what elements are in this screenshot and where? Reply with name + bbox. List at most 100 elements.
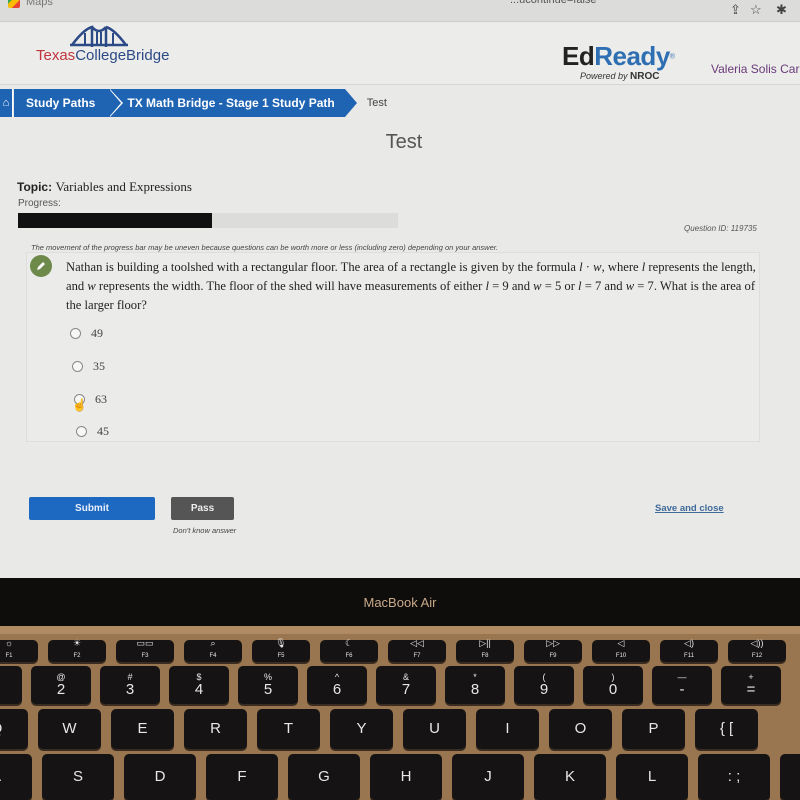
key-label: F9 bbox=[549, 653, 557, 659]
address-bar-text[interactable]: ...ucontinue=false bbox=[510, 0, 597, 6]
key-label: F4 bbox=[209, 653, 217, 659]
key-label: T bbox=[283, 720, 294, 737]
key-7[interactable]: & 7 bbox=[376, 666, 436, 704]
key-f7[interactable]: ◁◁ F7 bbox=[388, 638, 446, 662]
answer-choice[interactable]: 35 bbox=[72, 359, 105, 374]
key-f10[interactable]: ◁ F10 bbox=[592, 638, 650, 662]
question-id: Question ID: 119735 bbox=[684, 224, 757, 233]
key-f8[interactable]: ▷|| F8 bbox=[456, 638, 514, 662]
key-k[interactable]: K bbox=[534, 754, 606, 800]
key-j[interactable]: J bbox=[452, 754, 524, 800]
key-bracketbracketbracket[interactable]: { [ bbox=[695, 709, 758, 749]
key-secondary-label: ☀ bbox=[72, 638, 82, 648]
key-w[interactable]: W bbox=[38, 709, 101, 749]
edready-logo[interactable]: EdReady® Powered by NROC bbox=[562, 41, 675, 82]
key-secondary-label: ◁)) bbox=[750, 638, 764, 648]
laptop-model-label: MacBook Air bbox=[363, 595, 437, 610]
progress-bar-fill bbox=[18, 213, 212, 228]
key-y[interactable]: Y bbox=[330, 709, 393, 749]
share-icon[interactable]: ⇪ bbox=[730, 2, 741, 18]
key-h[interactable]: H bbox=[370, 754, 442, 800]
key-label: U bbox=[429, 720, 440, 737]
progress-note: The movement of the progress bar may be … bbox=[31, 243, 499, 252]
key-=[interactable]: + = bbox=[721, 666, 781, 704]
key-f6[interactable]: ☾ F6 bbox=[320, 638, 378, 662]
key-2[interactable]: @2 bbox=[31, 666, 91, 704]
key-punct[interactable]: " bbox=[780, 754, 800, 800]
pass-button[interactable]: Pass bbox=[171, 497, 234, 520]
key-o[interactable]: O bbox=[549, 709, 612, 749]
key-f3[interactable]: ▭▭ F3 bbox=[116, 638, 174, 662]
key-e[interactable]: E bbox=[111, 709, 174, 749]
key-g[interactable]: G bbox=[288, 754, 360, 800]
bookmark-maps[interactable]: Maps bbox=[8, 0, 53, 8]
key-label: F bbox=[237, 768, 247, 785]
laptop-bezel: MacBook Air bbox=[0, 578, 800, 626]
key-f9[interactable]: ▷▷ F9 bbox=[524, 638, 582, 662]
key-secondary-label: ▭▭ bbox=[136, 638, 154, 648]
breadcrumb-study-paths[interactable]: Study Paths bbox=[14, 89, 124, 117]
pass-hint: Don't know answer bbox=[173, 526, 237, 535]
key-r[interactable]: R bbox=[184, 709, 247, 749]
key-punct[interactable]: : ; bbox=[698, 754, 770, 800]
key-q[interactable]: Q bbox=[0, 709, 28, 749]
key-f5[interactable]: 🎙 F5 bbox=[252, 638, 310, 662]
progress-bar bbox=[18, 213, 398, 228]
key-label: 9 bbox=[539, 681, 549, 698]
key-i[interactable]: I bbox=[476, 709, 539, 749]
answer-choice[interactable]: 49 bbox=[70, 326, 103, 341]
answer-choice[interactable]: 45 bbox=[76, 424, 109, 439]
key-f[interactable]: F bbox=[206, 754, 278, 800]
key-label: : ; bbox=[727, 768, 741, 785]
key-l[interactable]: L bbox=[616, 754, 688, 800]
key-1[interactable]: !1 bbox=[0, 666, 22, 704]
radio-button[interactable] bbox=[70, 328, 81, 339]
submit-button[interactable]: Submit bbox=[29, 497, 155, 520]
breadcrumb-study-path[interactable]: TX Math Bridge - Stage 1 Study Path bbox=[109, 89, 358, 117]
key-6[interactable]: ^ 6 bbox=[307, 666, 367, 704]
key--[interactable]: — - bbox=[652, 666, 712, 704]
key-f11[interactable]: ◁) F11 bbox=[660, 638, 718, 662]
extensions-icon[interactable]: ✱ bbox=[776, 2, 787, 18]
question-panel: Nathan is building a toolshed with a rec… bbox=[26, 252, 760, 442]
key-label: { [ bbox=[719, 720, 734, 737]
key-8[interactable]: * 8 bbox=[445, 666, 505, 704]
key-s[interactable]: S bbox=[42, 754, 114, 800]
bookmark-star-icon[interactable]: ☆ bbox=[750, 2, 762, 18]
key-secondary-label: ☼ bbox=[4, 638, 14, 648]
breadcrumb-home[interactable]: ⌂ bbox=[0, 89, 13, 117]
key-label: 3 bbox=[125, 681, 135, 698]
key-9[interactable]: (9 bbox=[514, 666, 574, 704]
key-f12[interactable]: ◁)) F12 bbox=[728, 638, 786, 662]
key-secondary-label: ◁ bbox=[617, 638, 625, 648]
key-f2[interactable]: ☀ F2 bbox=[48, 638, 106, 662]
key-3[interactable]: #3 bbox=[100, 666, 160, 704]
save-and-close-link[interactable]: Save and close bbox=[655, 503, 724, 514]
radio-button[interactable] bbox=[72, 361, 83, 372]
user-name[interactable]: Valeria Solis Cardoz bbox=[711, 62, 800, 76]
key-t[interactable]: T bbox=[257, 709, 320, 749]
key-label: 0 bbox=[608, 681, 618, 698]
key-f1[interactable]: ☼ F1 bbox=[0, 638, 38, 662]
key-f4[interactable]: ⌕ F4 bbox=[184, 638, 242, 662]
key-label: Y bbox=[356, 720, 367, 737]
key-secondary-label: ☾ bbox=[344, 638, 354, 648]
key-label: F3 bbox=[141, 653, 149, 659]
key-d[interactable]: D bbox=[124, 754, 196, 800]
key-secondary-label: 🎙 bbox=[275, 638, 287, 648]
radio-button[interactable] bbox=[76, 426, 87, 437]
texas-college-bridge-logo[interactable]: TexasCollegeBridge bbox=[36, 23, 176, 83]
key-secondary-label: ◁) bbox=[684, 638, 694, 648]
key-p[interactable]: P bbox=[622, 709, 685, 749]
home-icon: ⌂ bbox=[2, 97, 10, 109]
key-label: F10 bbox=[615, 653, 627, 659]
progress-label: Progress: bbox=[18, 198, 61, 209]
key-label: F5 bbox=[277, 653, 285, 659]
key-4[interactable]: $4 bbox=[169, 666, 229, 704]
key-label: F12 bbox=[751, 653, 763, 659]
key-5[interactable]: % 5 bbox=[238, 666, 298, 704]
key-label: 5 bbox=[263, 681, 273, 698]
key-0[interactable]: ) 0 bbox=[583, 666, 643, 704]
key-u[interactable]: U bbox=[403, 709, 466, 749]
key-a[interactable]: A bbox=[0, 754, 32, 800]
